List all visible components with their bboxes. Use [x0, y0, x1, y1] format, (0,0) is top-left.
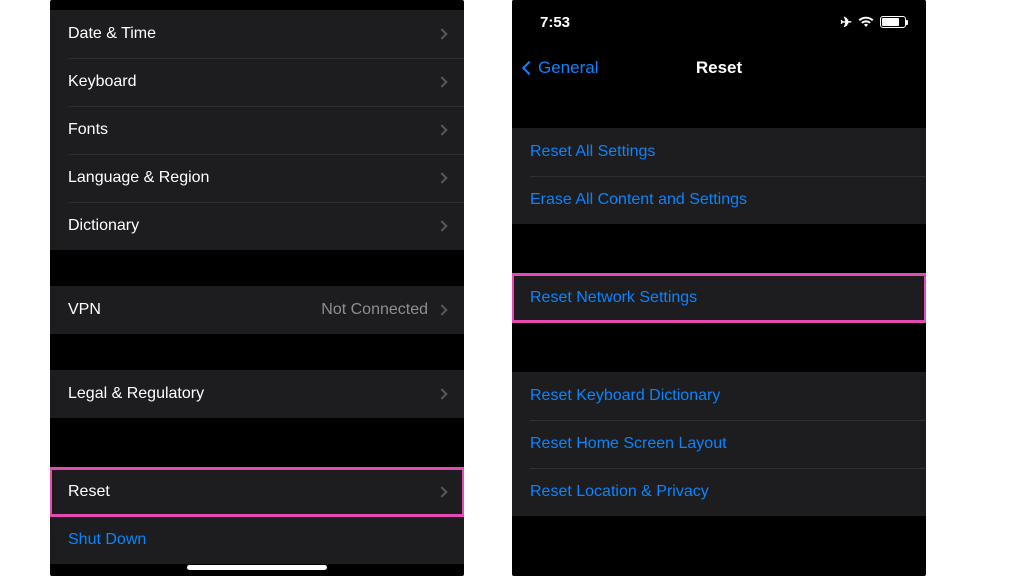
- label: Fonts: [68, 121, 108, 139]
- reset-settings-screen: 7:53 ✈ General Reset Reset All Settings: [512, 0, 926, 576]
- status-icons: ✈: [840, 14, 906, 31]
- vpn-status: Not Connected: [321, 301, 428, 319]
- back-button[interactable]: General: [524, 58, 598, 78]
- label: Legal & Regulatory: [68, 385, 204, 403]
- row-date-time[interactable]: Date & Time: [50, 10, 464, 58]
- row-legal-regulatory[interactable]: Legal & Regulatory: [50, 370, 464, 418]
- chevron-right-icon: [436, 172, 447, 183]
- reset-group-misc: Reset Keyboard Dictionary Reset Home Scr…: [512, 372, 926, 516]
- reset-group-main: Reset All Settings Erase All Content and…: [512, 128, 926, 224]
- row-reset-keyboard-dictionary[interactable]: Reset Keyboard Dictionary: [512, 372, 926, 420]
- chevron-right-icon: [436, 124, 447, 135]
- status-bar: 7:53 ✈: [512, 0, 926, 44]
- row-reset-all-settings[interactable]: Reset All Settings: [512, 128, 926, 176]
- chevron-right-icon: [436, 388, 447, 399]
- label: Erase All Content and Settings: [530, 191, 747, 209]
- row-reset-location-privacy[interactable]: Reset Location & Privacy: [512, 468, 926, 516]
- row-fonts[interactable]: Fonts: [50, 106, 464, 154]
- chevron-right-icon: [436, 76, 447, 87]
- label: Reset All Settings: [530, 143, 655, 161]
- row-language-region[interactable]: Language & Region: [50, 154, 464, 202]
- row-vpn[interactable]: VPN Not Connected: [50, 286, 464, 334]
- back-label: General: [538, 58, 598, 78]
- row-reset[interactable]: Reset: [50, 468, 464, 516]
- section-gap: [50, 334, 464, 370]
- settings-group-vpn: VPN Not Connected: [50, 286, 464, 334]
- settings-group-system: Date & Time Keyboard Fonts Language & Re…: [50, 10, 464, 250]
- label: Reset Home Screen Layout: [530, 435, 727, 453]
- nav-bar: General Reset: [512, 44, 926, 92]
- chevron-right-icon: [436, 28, 447, 39]
- row-reset-home-layout[interactable]: Reset Home Screen Layout: [512, 420, 926, 468]
- section-gap: [512, 92, 926, 128]
- row-reset-network-settings[interactable]: Reset Network Settings: [512, 274, 926, 322]
- home-indicator[interactable]: [187, 565, 327, 570]
- airplane-mode-icon: ✈: [840, 14, 852, 31]
- label: Reset: [68, 483, 110, 501]
- row-erase-all-content[interactable]: Erase All Content and Settings: [512, 176, 926, 224]
- settings-group-reset: Reset Shut Down: [50, 468, 464, 564]
- label: Dictionary: [68, 217, 139, 235]
- label: Date & Time: [68, 25, 156, 43]
- section-gap: [50, 418, 464, 468]
- label: Reset Keyboard Dictionary: [530, 387, 720, 405]
- label: Reset Network Settings: [530, 289, 697, 307]
- row-dictionary[interactable]: Dictionary: [50, 202, 464, 250]
- chevron-right-icon: [436, 220, 447, 231]
- battery-icon: [880, 16, 906, 28]
- row-keyboard[interactable]: Keyboard: [50, 58, 464, 106]
- row-shut-down[interactable]: Shut Down: [50, 516, 464, 564]
- label: Language & Region: [68, 169, 209, 187]
- chevron-left-icon: [522, 61, 536, 75]
- section-gap: [512, 224, 926, 274]
- chevron-right-icon: [436, 486, 447, 497]
- status-time: 7:53: [540, 14, 570, 31]
- settings-group-legal: Legal & Regulatory: [50, 370, 464, 418]
- label: VPN: [68, 301, 101, 319]
- section-gap: [50, 250, 464, 286]
- wifi-icon: [858, 16, 874, 28]
- label: Shut Down: [68, 531, 146, 549]
- general-settings-screen: Date & Time Keyboard Fonts Language & Re…: [50, 0, 464, 576]
- label: Reset Location & Privacy: [530, 483, 709, 501]
- reset-group-network: Reset Network Settings: [512, 274, 926, 322]
- chevron-right-icon: [436, 304, 447, 315]
- section-gap: [512, 322, 926, 372]
- label: Keyboard: [68, 73, 137, 91]
